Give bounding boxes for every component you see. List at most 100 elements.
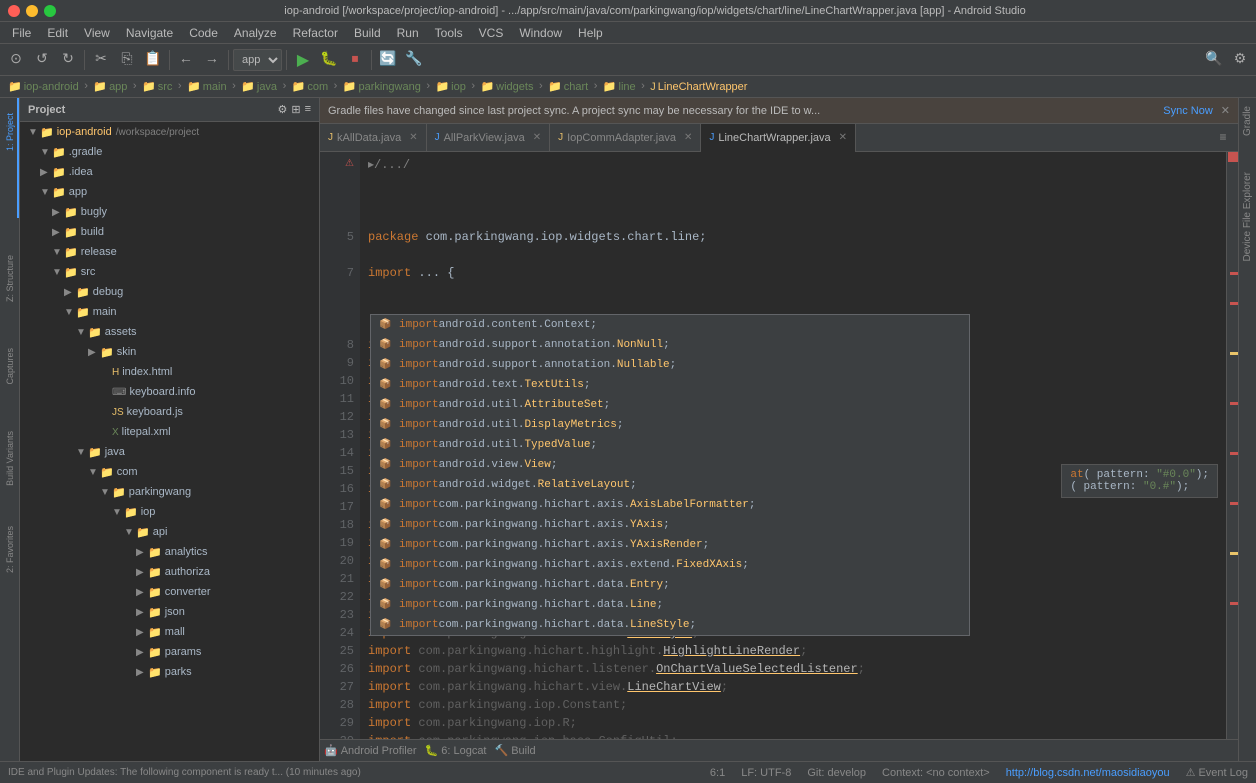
structure-icon[interactable]: Z: Structure bbox=[2, 244, 18, 314]
project-options-icon[interactable]: ≡ bbox=[305, 103, 311, 116]
event-log-btn[interactable]: ⚠ Event Log bbox=[1186, 766, 1248, 779]
captures-icon[interactable]: Captures bbox=[2, 336, 18, 396]
tree-item-json[interactable]: ▶ 📁 json bbox=[20, 602, 319, 622]
menu-item-vcs[interactable]: VCS bbox=[471, 26, 512, 40]
tab-close-4[interactable]: ✕ bbox=[839, 132, 847, 143]
tab-allparkview[interactable]: J AllParkView.java ✕ bbox=[427, 124, 551, 152]
toolbar-icon-1[interactable]: ⊙ bbox=[4, 48, 28, 72]
menu-item-navigate[interactable]: Navigate bbox=[118, 26, 181, 40]
minimize-button[interactable] bbox=[26, 5, 38, 17]
tab-close-3[interactable]: ✕ bbox=[684, 132, 692, 143]
ac-item-4[interactable]: 📦 import android.text.TextUtils; bbox=[371, 375, 969, 395]
breadcrumb-root[interactable]: 📁 iop-android bbox=[8, 80, 79, 93]
tree-item-litepal-xml[interactable]: ▶ X litepal.xml bbox=[20, 422, 319, 442]
tree-item-iop[interactable]: ▼ 📁 iop bbox=[20, 502, 319, 522]
ac-item-5[interactable]: 📦 import android.util.AttributeSet; bbox=[371, 395, 969, 415]
tree-item-skin[interactable]: ▶ 📁 skin bbox=[20, 342, 319, 362]
ac-item-1[interactable]: 📦 import android.content.Context; bbox=[371, 315, 969, 335]
tree-item-src[interactable]: ▼ 📁 src bbox=[20, 262, 319, 282]
tree-item-analytics[interactable]: ▶ 📁 analytics bbox=[20, 542, 319, 562]
tree-item-authoriza[interactable]: ▶ 📁 authoriza bbox=[20, 562, 319, 582]
menu-item-edit[interactable]: Edit bbox=[39, 26, 76, 40]
close-button[interactable] bbox=[8, 5, 20, 17]
tree-item-bugly[interactable]: ▶ 📁 bugly bbox=[20, 202, 319, 222]
project-expand-icon[interactable]: ⊞ bbox=[291, 103, 300, 116]
gradle-icon[interactable]: 🔧 bbox=[402, 48, 426, 72]
tree-item-java[interactable]: ▼ 📁 java bbox=[20, 442, 319, 462]
toolbar-icon-cut[interactable]: ✂ bbox=[89, 48, 113, 72]
device-file-explorer-btn[interactable]: Device File Explorer bbox=[1240, 164, 1255, 269]
menu-item-code[interactable]: Code bbox=[181, 26, 226, 40]
code-editor[interactable]: ⚠ 5 7 8 9 10 11 12 13 14 15 16 17 18 19 … bbox=[320, 152, 1238, 739]
tree-item-main[interactable]: ▼ 📁 main bbox=[20, 302, 319, 322]
ac-item-8[interactable]: 📦 import android.view.View; bbox=[371, 455, 969, 475]
tree-item-idea[interactable]: ▶ 📁 .idea bbox=[20, 162, 319, 182]
ac-item-6[interactable]: 📦 import android.util.DisplayMetrics; bbox=[371, 415, 969, 435]
menu-item-build[interactable]: Build bbox=[346, 26, 389, 40]
toolbar-icon-3[interactable]: ↻ bbox=[56, 48, 80, 72]
ac-item-12[interactable]: 📦 import com.parkingwang.hichart.axis.YA… bbox=[371, 535, 969, 555]
app-selector[interactable]: app bbox=[233, 49, 282, 71]
menu-item-help[interactable]: Help bbox=[570, 26, 611, 40]
ac-item-9[interactable]: 📦 import android.widget.RelativeLayout; bbox=[371, 475, 969, 495]
toolbar-icon-copy[interactable]: ⎘ bbox=[115, 48, 139, 72]
menu-item-file[interactable]: File bbox=[4, 26, 39, 40]
stop-button[interactable]: ⏹ bbox=[343, 48, 367, 72]
tree-item-app[interactable]: ▼ 📁 app bbox=[20, 182, 319, 202]
autocomplete-popup[interactable]: 📦 import android.content.Context; 📦 impo… bbox=[370, 314, 970, 636]
menu-item-tools[interactable]: Tools bbox=[427, 26, 471, 40]
sync-icon[interactable]: 🔄 bbox=[376, 48, 400, 72]
tab-close-2[interactable]: ✕ bbox=[533, 132, 541, 143]
ac-item-3[interactable]: 📦 import android.support.annotation.Null… bbox=[371, 355, 969, 375]
toolbar-icon-forward[interactable]: → bbox=[200, 48, 224, 72]
tree-item-release[interactable]: ▼ 📁 release bbox=[20, 242, 319, 262]
search-everywhere-icon[interactable]: 🔍 bbox=[1202, 48, 1226, 72]
ac-item-16[interactable]: 📦 import com.parkingwang.hichart.data.Li… bbox=[371, 615, 969, 635]
menu-item-refactor[interactable]: Refactor bbox=[285, 26, 346, 40]
tree-item-root[interactable]: ▼ 📁 iop-android /workspace/project bbox=[20, 122, 319, 142]
build-btn[interactable]: 🔨 Build bbox=[495, 744, 536, 757]
toolbar-icon-2[interactable]: ↺ bbox=[30, 48, 54, 72]
toolbar-icon-paste[interactable]: 📋 bbox=[141, 48, 165, 72]
tree-item-params[interactable]: ▶ 📁 params bbox=[20, 642, 319, 662]
project-settings-icon[interactable]: ⚙ bbox=[277, 103, 287, 116]
toolbar-icon-back[interactable]: ← bbox=[174, 48, 198, 72]
tab-kalldata[interactable]: J kAllData.java ✕ bbox=[320, 124, 427, 152]
ac-item-10[interactable]: 📦 import com.parkingwang.hichart.axis.Ax… bbox=[371, 495, 969, 515]
run-button[interactable]: ▶ bbox=[291, 48, 315, 72]
tab-close-1[interactable]: ✕ bbox=[409, 132, 417, 143]
tab-iopcommadapter[interactable]: J IopCommAdapter.java ✕ bbox=[550, 124, 701, 152]
menu-item-window[interactable]: Window bbox=[511, 26, 570, 40]
tree-item-debug[interactable]: ▶ 📁 debug bbox=[20, 282, 319, 302]
tree-item-api[interactable]: ▼ 📁 api bbox=[20, 522, 319, 542]
tab-linechartwarpper[interactable]: J LineChartWrapper.java ✕ bbox=[701, 124, 856, 152]
ac-item-11[interactable]: 📦 import com.parkingwang.hichart.axis.YA… bbox=[371, 515, 969, 535]
tabs-overflow-icon[interactable]: ≡ bbox=[1208, 131, 1238, 145]
tree-item-com[interactable]: ▼ 📁 com bbox=[20, 462, 319, 482]
logcat-btn[interactable]: 🐛 6: Logcat bbox=[425, 744, 487, 757]
tree-item-keyboard-info[interactable]: ▶ ⌨ keyboard.info bbox=[20, 382, 319, 402]
project-icon[interactable]: 1: Project bbox=[2, 102, 18, 162]
menu-item-run[interactable]: Run bbox=[389, 26, 427, 40]
sync-now-link[interactable]: Sync Now bbox=[1163, 105, 1213, 117]
ac-item-7[interactable]: 📦 import android.util.TypedValue; bbox=[371, 435, 969, 455]
menu-item-analyze[interactable]: Analyze bbox=[226, 26, 285, 40]
tree-item-gradle[interactable]: ▼ 📁 .gradle bbox=[20, 142, 319, 162]
tree-item-build[interactable]: ▶ 📁 build bbox=[20, 222, 319, 242]
tree-item-parkingwang[interactable]: ▼ 📁 parkingwang bbox=[20, 482, 319, 502]
ac-item-2[interactable]: 📦 import android.support.annotation.NonN… bbox=[371, 335, 969, 355]
tree-item-converter[interactable]: ▶ 📁 converter bbox=[20, 582, 319, 602]
debug-button[interactable]: 🐛 bbox=[317, 48, 341, 72]
tree-item-mall[interactable]: ▶ 📁 mall bbox=[20, 622, 319, 642]
sync-close-icon[interactable]: ✕ bbox=[1221, 104, 1230, 117]
ac-item-13[interactable]: 📦 import com.parkingwang.hichart.axis.ex… bbox=[371, 555, 969, 575]
settings-icon[interactable]: ⚙ bbox=[1228, 48, 1252, 72]
tree-item-keyboard-js[interactable]: ▶ JS keyboard.js bbox=[20, 402, 319, 422]
maximize-button[interactable] bbox=[44, 5, 56, 17]
ac-item-15[interactable]: 📦 import com.parkingwang.hichart.data.Li… bbox=[371, 595, 969, 615]
favorites-icon[interactable]: 2: Favorites bbox=[2, 520, 18, 580]
menu-item-view[interactable]: View bbox=[76, 26, 118, 40]
tree-item-parks[interactable]: ▶ 📁 parks bbox=[20, 662, 319, 682]
tree-item-assets[interactable]: ▼ 📁 assets bbox=[20, 322, 319, 342]
gradle-panel-btn[interactable]: Gradle bbox=[1240, 98, 1255, 144]
